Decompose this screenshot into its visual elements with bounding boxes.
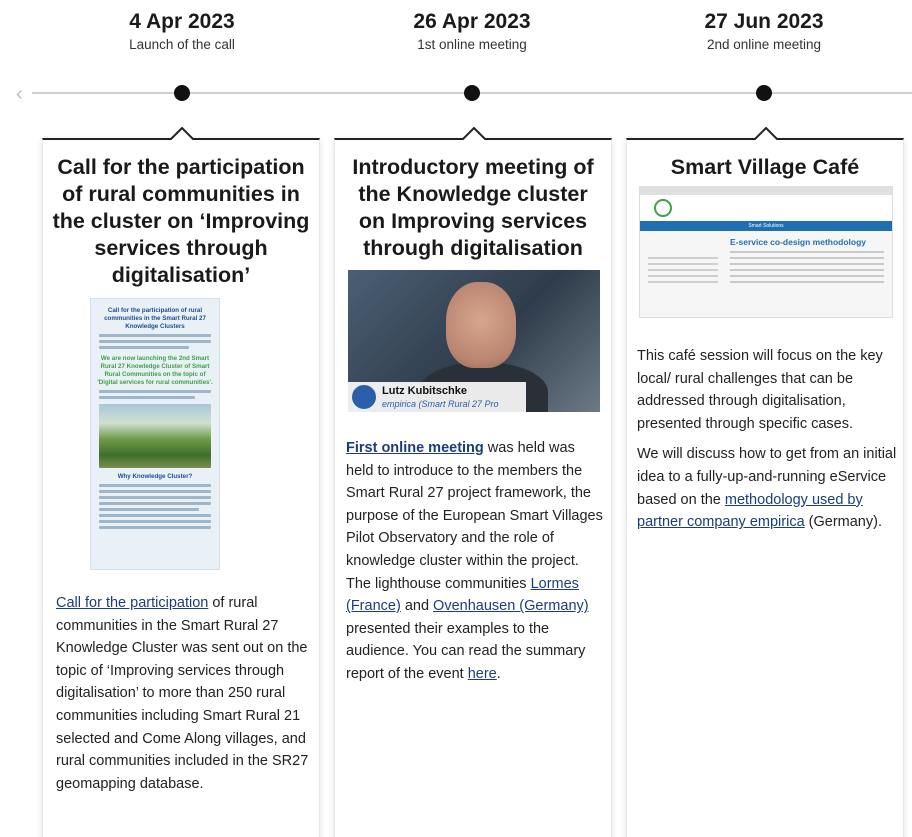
- timeline-event-2: 26 Apr 2023 1st online meeting: [372, 10, 572, 52]
- site-band: Smart Solutions: [640, 221, 892, 231]
- summary-report-link[interactable]: here: [468, 666, 497, 682]
- website-screenshot-image[interactable]: Smart Solutions E-service co-design meth…: [639, 186, 893, 318]
- poster-subheading: We are now launching the 2nd Smart Rural…: [97, 355, 213, 386]
- poster-section-title: Why Knowledge Cluster?: [117, 473, 193, 480]
- card-body: First online meeting was held was held t…: [346, 437, 606, 686]
- timeline-dot-1[interactable]: [174, 85, 190, 101]
- card-body: This café session will focus on the key …: [637, 345, 899, 542]
- card-body-text: was held was held to introduce to the me…: [346, 440, 603, 592]
- timeline-event-1: 4 Apr 2023 Launch of the call: [82, 10, 282, 52]
- card-body-text: and: [400, 598, 434, 615]
- landscape-photo: [99, 404, 211, 468]
- card-body-text: (Germany).: [804, 514, 882, 531]
- call-poster-image[interactable]: Call for the participation of rural comm…: [90, 298, 220, 570]
- card-title: Call for the participation of rural comm…: [52, 155, 310, 287]
- card-body-text: .: [496, 665, 501, 682]
- card-title: Introductory meeting of the Knowledge cl…: [352, 155, 594, 260]
- event-card-3: Smart Village Café Smart Solutions E-ser…: [626, 126, 904, 837]
- speaker-face: [446, 282, 516, 368]
- speaker-name: Lutz Kubitschke: [382, 385, 467, 397]
- event-subtitle: 2nd online meeting: [706, 37, 822, 52]
- event-subtitle: Launch of the call: [129, 37, 235, 52]
- site-title: E-service co-design methodology: [730, 237, 867, 247]
- poster-heading: Call for the participation of rural comm…: [104, 307, 206, 330]
- site-logo-icon: [654, 199, 672, 217]
- speaker-org: empirica (Smart Rural 27 Pro: [382, 399, 499, 409]
- timeline-event-3: 27 Jun 2023 2nd online meeting: [664, 10, 864, 52]
- card-pointer: [170, 126, 194, 140]
- card-pointer: [462, 126, 486, 140]
- card-title: Smart Village Café: [670, 155, 860, 179]
- ovenhausen-link[interactable]: Ovenhausen (Germany): [433, 598, 589, 614]
- card-pointer: [754, 126, 778, 140]
- card-body-text: presented their examples to the audience…: [346, 620, 586, 682]
- card-paragraph: This café session will focus on the key …: [637, 348, 883, 432]
- timeline-dot-3[interactable]: [756, 85, 772, 101]
- card-body-text: of rural communities in the Smart Rural …: [56, 595, 309, 792]
- event-date: 27 Jun 2023: [704, 10, 824, 33]
- smart-rural-logo-icon: [352, 385, 376, 409]
- event-date: 26 Apr 2023: [413, 10, 531, 33]
- card-body: Call for the participation of rural comm…: [56, 592, 314, 795]
- event-card-2: Introductory meeting of the Knowledge cl…: [334, 126, 612, 837]
- call-participation-link[interactable]: Call for the participation: [56, 595, 208, 611]
- card-paragraph: We will discuss how to get from an initi…: [637, 443, 899, 533]
- first-meeting-link[interactable]: First online meeting: [346, 440, 484, 456]
- event-date: 4 Apr 2023: [129, 10, 235, 33]
- meeting-video-thumbnail[interactable]: Lutz Kubitschke empirica (Smart Rural 27…: [348, 270, 600, 412]
- chevron-left-icon[interactable]: ‹: [16, 84, 23, 104]
- event-card-1: Call for the participation of rural comm…: [42, 126, 320, 837]
- event-subtitle: 1st online meeting: [417, 37, 527, 52]
- timeline-dot-2[interactable]: [464, 85, 480, 101]
